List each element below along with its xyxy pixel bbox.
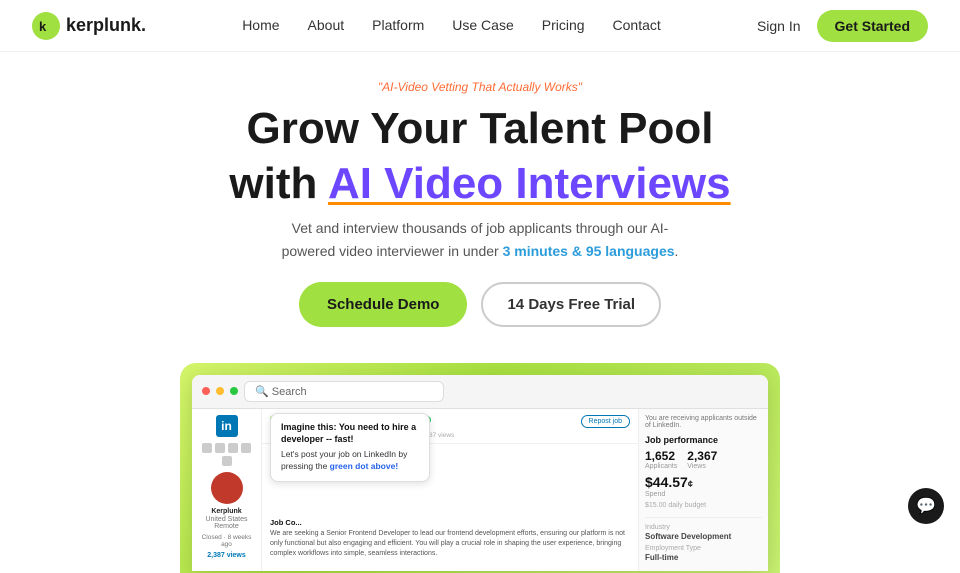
- stat-applicants: 1,652 Applicants: [645, 449, 677, 470]
- employment-type-value: Full-time: [645, 553, 762, 562]
- stat-applications-label: Views: [687, 463, 717, 470]
- browser-search-bar: 🔍 Search: [244, 381, 444, 402]
- hero-title-prefix: with: [229, 159, 328, 208]
- product-screenshot: 🔍 Search in Kerpl: [180, 363, 780, 573]
- job-section-labels: Job Co... We are seeking a Senior Fronte…: [262, 514, 638, 562]
- logo[interactable]: k kerplunk.: [32, 12, 146, 40]
- chat-bubble-button[interactable]: 💬: [908, 488, 944, 524]
- hero-tagline: "AI-Video Vetting That Actually Works": [20, 80, 940, 94]
- li-jobs-icon: [228, 443, 238, 453]
- logo-text: kerplunk.: [66, 15, 146, 36]
- stats-row: 1,652 Applicants 2,367 Views: [645, 449, 762, 470]
- stat-applications-num: 2,367: [687, 449, 717, 463]
- browser-bar: 🔍 Search: [192, 375, 768, 409]
- nav-use-case[interactable]: Use Case: [452, 17, 513, 33]
- nav-home[interactable]: Home: [242, 17, 279, 33]
- tooltip-line2: Let's post your job on LinkedIn by press…: [281, 449, 419, 473]
- hero-section: "AI-Video Vetting That Actually Works" G…: [0, 52, 960, 363]
- hero-title-line1: Grow Your Talent Pool: [20, 104, 940, 155]
- stats-panel: You are receiving applicants outside of …: [638, 409, 768, 571]
- sign-in-button[interactable]: Sign In: [757, 18, 801, 34]
- chat-icon: 💬: [916, 496, 936, 516]
- stats-divider: [645, 517, 762, 518]
- tooltip-bubble: Imagine this: You need to hire a develop…: [270, 413, 430, 482]
- browser-close-dot: [202, 387, 210, 395]
- stat-views-label: Applicants: [645, 463, 677, 470]
- nav-platform[interactable]: Platform: [372, 17, 424, 33]
- browser-window: 🔍 Search in Kerpl: [192, 375, 768, 571]
- nav-links: Home About Platform Use Case Pricing Con…: [242, 17, 661, 35]
- stat-daily-budget: $15.00 daily budget: [645, 502, 762, 509]
- linkedin-nav-icons: [196, 443, 257, 466]
- employment-type-label: Employment Type: [645, 545, 762, 552]
- li-home-icon: [202, 443, 212, 453]
- stat-spend-amount: $44.57¢: [645, 474, 762, 490]
- nav-contact[interactable]: Contact: [613, 17, 661, 33]
- svg-text:k: k: [39, 19, 47, 34]
- nav-right: Sign In Get Started: [757, 10, 928, 42]
- li-profile-location: Remote: [214, 523, 239, 530]
- li-network-icon: [215, 443, 225, 453]
- hero-subtitle: Vet and interview thousands of job appli…: [270, 217, 690, 262]
- tooltip-line1: Imagine this: You need to hire a develop…: [281, 422, 419, 445]
- logo-icon: k: [32, 12, 60, 40]
- li-message-icon: [241, 443, 251, 453]
- linkedin-sidebar: in Kerplunk United States Remote Closed …: [192, 409, 262, 571]
- stat-views-num: 1,652: [645, 449, 677, 463]
- job-main-area: k Senior Front End Developer Kerplunk · …: [262, 409, 638, 571]
- stat-views: 2,367 Views: [687, 449, 717, 470]
- linkedin-logo: in: [216, 415, 238, 437]
- li-views-count: 2,387 views: [207, 552, 246, 559]
- li-post-meta: Closed · 8 weeks ago: [196, 534, 257, 548]
- job-performance-title: Job performance: [645, 435, 762, 445]
- get-started-button[interactable]: Get Started: [817, 10, 928, 42]
- browser-minimize-dot: [216, 387, 224, 395]
- free-trial-button[interactable]: 14 Days Free Trial: [481, 282, 661, 327]
- li-notify-icon: [222, 456, 232, 466]
- repost-job-button[interactable]: Repost job: [581, 415, 630, 428]
- schedule-demo-button[interactable]: Schedule Demo: [299, 282, 468, 327]
- cta-buttons: Schedule Demo 14 Days Free Trial: [20, 282, 940, 327]
- li-profile-avatar: [211, 472, 243, 504]
- stats-receiving-label: You are receiving applicants outside of …: [645, 415, 762, 429]
- li-profile-name: Kerplunk: [211, 508, 241, 516]
- job-description-text: We are seeking a Senior Frontend Develop…: [270, 529, 630, 558]
- navbar: k kerplunk. Home About Platform Use Case…: [0, 0, 960, 52]
- stat-spend-label: Spend: [645, 491, 762, 498]
- li-profile-detail: United States: [205, 516, 247, 523]
- hero-title-highlight: AI Video Interviews: [328, 159, 731, 208]
- nav-pricing[interactable]: Pricing: [542, 17, 585, 33]
- hero-subtitle-highlight: 3 minutes & 95 languages: [503, 243, 675, 259]
- browser-maximize-dot: [230, 387, 238, 395]
- job-info-header: Job Co...: [270, 518, 630, 527]
- nav-about[interactable]: About: [308, 17, 345, 33]
- hero-title-line2: with AI Video Interviews: [20, 159, 940, 210]
- industry-label: Industry: [645, 524, 762, 531]
